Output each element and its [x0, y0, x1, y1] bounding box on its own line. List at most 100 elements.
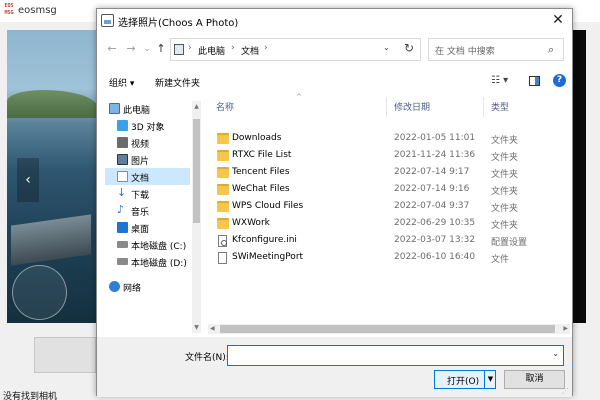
up-arrow-icon[interactable]: ↑ — [154, 41, 168, 57]
drive-icon — [117, 258, 128, 265]
choose-photo-dialog: 选择照片(Choos A Photo) ✕ ← → ⌄ ↑ › 此电脑 › 文档… — [96, 8, 573, 397]
column-header-name[interactable]: 名称 — [216, 100, 234, 113]
sidebar-item-documents[interactable]: 文档 — [105, 168, 190, 185]
address-dropdown-chevron-icon[interactable]: ⌄ — [383, 43, 390, 52]
sidebar-item-pictures[interactable]: 图片 — [105, 151, 190, 168]
scroll-left-arrow-icon[interactable]: ◀ — [210, 324, 215, 334]
minimap-shape — [12, 265, 67, 320]
breadcrumb-separator[interactable]: › — [264, 43, 268, 53]
document-icon — [117, 171, 128, 182]
sidebar-item-downloads[interactable]: ↓ 下载 — [105, 185, 190, 202]
forward-arrow-icon[interactable]: → — [124, 41, 138, 57]
address-bar[interactable]: › 此电脑 › 文档 › ⌄ ↻ — [170, 38, 421, 61]
filename-dropdown-chevron-icon[interactable]: ⌄ — [552, 349, 559, 358]
file-type: 文件 — [491, 255, 510, 265]
new-folder-button[interactable]: 新建文件夹 — [155, 76, 200, 89]
sidebar-item-videos[interactable]: 视频 — [105, 134, 190, 151]
file-name: Tencent Files — [232, 167, 290, 177]
status-text: 没有找到相机 — [3, 392, 58, 400]
filename-field[interactable]: ⌄ — [227, 345, 564, 366]
file-name: Downloads — [232, 133, 282, 143]
breadcrumb-documents[interactable]: 文档 — [241, 44, 259, 57]
file-date: 2022-07-14 9:17 — [394, 167, 470, 177]
sidebar-item-drive-d[interactable]: 本地磁盘 (D:) — [105, 253, 190, 270]
sidebar-item-network[interactable]: 网络 — [105, 278, 190, 295]
file-list-horizontal-scrollbar[interactable]: ◀ ▶ — [208, 324, 570, 334]
sidebar-item-drive-c[interactable]: 本地磁盘 (C:) — [105, 236, 190, 253]
filename-label: 文件名(N): — [185, 353, 229, 363]
drive-icon — [117, 241, 128, 248]
config-file-icon — [218, 235, 227, 247]
column-divider[interactable] — [386, 97, 387, 117]
sidebar-item-desktop[interactable]: 桌面 — [105, 219, 190, 236]
refresh-icon[interactable]: ↻ — [404, 41, 414, 55]
dialog-footer: 文件名(N): ⌄ 打开(O) ▼ 取消 ⋰ — [97, 337, 572, 397]
view-options-icon[interactable]: ☷ ▾ — [491, 75, 508, 86]
background-app-button[interactable] — [34, 337, 96, 373]
video-icon — [117, 137, 128, 148]
file-date: 2021-11-24 11:36 — [394, 150, 476, 160]
computer-icon — [109, 103, 120, 114]
help-icon[interactable]: ? — [553, 74, 566, 87]
file-date: 2022-03-07 13:32 — [394, 235, 476, 245]
sidebar-item-label: 本地磁盘 (C:) — [131, 242, 187, 252]
sidebar-item-label: 音乐 — [131, 208, 150, 218]
file-row-wps-cloud-files[interactable]: WPS Cloud Files 2022-07-04 9:37 文件夹 — [208, 198, 570, 215]
file-row-tencent-files[interactable]: Tencent Files 2022-07-14 9:17 文件夹 — [208, 164, 570, 181]
column-divider[interactable] — [483, 97, 484, 117]
file-row-kfconfigure-ini[interactable]: Kfconfigure.ini 2022-03-07 13:32 配置设置 — [208, 232, 570, 249]
file-name: Kfconfigure.ini — [232, 235, 297, 245]
file-row-wechat-files[interactable]: WeChat Files 2022-07-14 9:16 文件夹 — [208, 181, 570, 198]
back-arrow-icon[interactable]: ← — [105, 41, 119, 57]
file-row-wxwork[interactable]: WXWork 2022-06-29 10:35 文件夹 — [208, 215, 570, 232]
file-name: WPS Cloud Files — [232, 201, 304, 211]
file-row-rtxc-file-list[interactable]: RTXC File List 2021-11-24 11:36 文件夹 — [208, 147, 570, 164]
island-shape — [7, 90, 97, 118]
file-type: 文件夹 — [491, 204, 519, 214]
folder-icon — [217, 218, 229, 229]
open-button[interactable]: 打开(O) ▼ — [434, 370, 496, 389]
sidebar-item-3d-objects[interactable]: 3D 对象 — [105, 117, 190, 134]
scrollbar-thumb[interactable] — [220, 325, 555, 333]
recent-locations-chevron-icon[interactable]: ⌄ — [140, 41, 154, 57]
file-icon — [218, 252, 227, 264]
scroll-right-arrow-icon[interactable]: ▶ — [563, 324, 568, 334]
column-header-date-modified[interactable]: 修改日期 — [394, 100, 430, 113]
resize-grip-icon[interactable]: ⋰ — [562, 387, 570, 395]
search-input[interactable]: 在 文档 中搜索 ⌕ — [428, 38, 564, 61]
sort-ascending-icon: ^ — [296, 93, 302, 101]
sidebar-item-this-pc[interactable]: 此电脑 — [105, 100, 190, 117]
sidebar-item-label: 网络 — [123, 284, 142, 294]
cancel-button[interactable]: 取消 — [504, 370, 565, 389]
folder-icon — [217, 184, 229, 195]
sidebar-item-label: 桌面 — [131, 225, 150, 235]
breadcrumb-separator[interactable]: › — [231, 43, 235, 53]
preview-right-edge — [573, 30, 586, 323]
close-button[interactable]: ✕ — [543, 9, 573, 31]
ship-shape — [11, 214, 91, 266]
scrollbar-thumb[interactable] — [193, 119, 200, 223]
open-options-dropdown-icon[interactable]: ▼ — [484, 371, 496, 388]
sidebar-item-music[interactable]: ♪ 音乐 — [105, 202, 190, 219]
breadcrumb-this-pc[interactable]: 此电脑 — [198, 44, 225, 57]
organize-button[interactable]: 组织 ▾ — [109, 76, 134, 89]
navigation-pane-scrollbar[interactable]: ▲ ▼ — [192, 101, 201, 333]
preview-left-arrow-icon[interactable]: ‹ — [17, 158, 39, 202]
file-row-swimeetingport[interactable]: SWiMeetingPort 2022-06-10 16:40 文件 — [208, 249, 570, 266]
breadcrumb-separator[interactable]: › — [188, 43, 192, 53]
file-row-downloads[interactable]: Downloads 2022-01-05 11:01 文件夹 — [208, 130, 570, 147]
desktop-icon — [117, 222, 128, 233]
file-date: 2022-01-05 11:01 — [394, 133, 476, 143]
music-icon: ♪ — [117, 203, 125, 216]
network-icon — [109, 281, 120, 292]
column-header-type[interactable]: 类型 — [491, 100, 509, 113]
folder-icon — [217, 150, 229, 161]
file-type: 配置设置 — [491, 238, 528, 248]
scroll-down-arrow-icon[interactable]: ▼ — [192, 324, 201, 331]
search-icon[interactable]: ⌕ — [548, 43, 554, 57]
open-button-label: 打开(O) — [447, 377, 480, 387]
preview-pane-icon[interactable] — [529, 76, 540, 86]
sidebar-item-label: 文档 — [131, 174, 150, 184]
scroll-up-arrow-icon[interactable]: ▲ — [192, 103, 201, 110]
dialog-app-icon — [101, 14, 114, 27]
